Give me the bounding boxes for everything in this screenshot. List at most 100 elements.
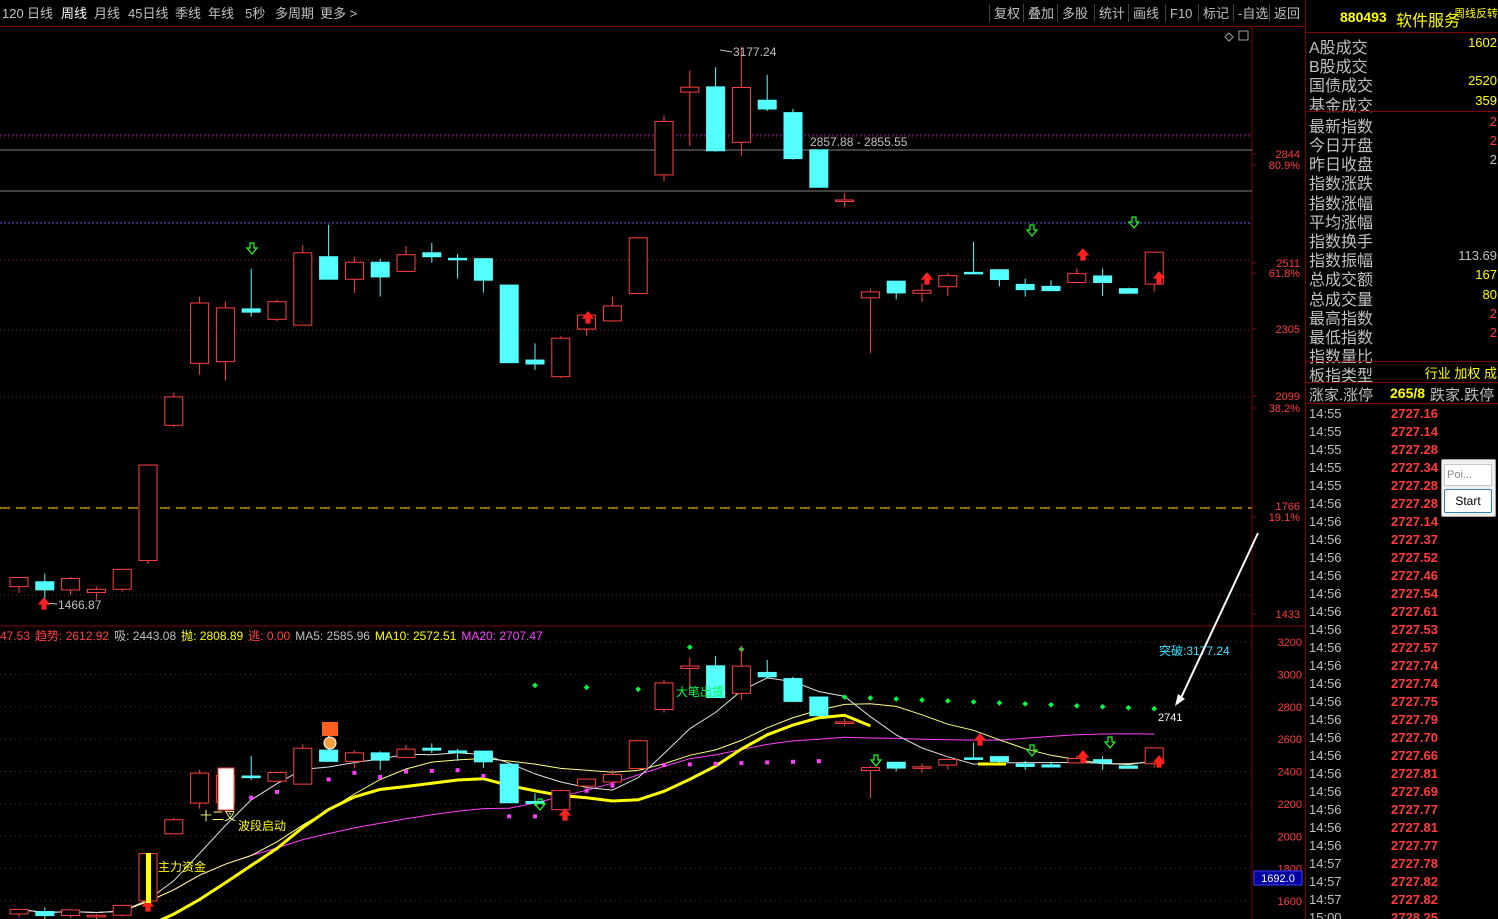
ma20-line (18, 733, 1155, 914)
signal-dot-magenta (610, 783, 615, 788)
toolbar-separator (1165, 4, 1166, 22)
candle-body (396, 254, 416, 272)
indicator-candle-body (344, 752, 364, 762)
indicator-candle-body (628, 740, 648, 769)
indicator-candle-body (1118, 765, 1138, 769)
tool-button-6[interactable]: 标记 (1203, 0, 1229, 26)
indicator-candle-body (809, 696, 829, 717)
price-axis-label: 2305 (1276, 324, 1300, 336)
tick-price: 2727.34 (1391, 460, 1438, 475)
quote-value: 113.69 (1458, 248, 1497, 264)
tool-button-2[interactable]: 多股 (1062, 0, 1088, 26)
tick-price: 2727.14 (1391, 424, 1438, 439)
diamond-icon (1224, 32, 1234, 42)
candle-body (912, 289, 932, 294)
toolbar-separator (1023, 4, 1024, 22)
indicator-candle-body (886, 761, 906, 769)
period-tab-2[interactable]: 周线 (61, 0, 87, 26)
signal-dot-magenta (429, 768, 434, 773)
period-tab-5[interactable]: 季线 (175, 0, 201, 26)
indicator-candle-body (370, 752, 390, 761)
tick-time: 14:56 (1309, 658, 1342, 673)
tick-time: 14:55 (1309, 460, 1342, 475)
price-axis-label: 38.2% (1269, 403, 1300, 415)
candle-body (61, 577, 81, 591)
price-axis-label: 19.1% (1269, 512, 1300, 524)
signal-dot-magenta (816, 759, 821, 764)
green-down-arrow (245, 242, 259, 255)
tick-row: 14:56 2727.54 (1306, 584, 1498, 602)
kline-chart[interactable]: 3177.24 1466.87 2857.88 - 2855.55 突破:3177.2… (0, 26, 1305, 919)
legend-item-0: 47.53 (0, 629, 31, 643)
indicator-candle-body (473, 750, 493, 763)
indicator-axis-label: 3200 (1278, 637, 1302, 649)
high-label: 3177.24 (733, 45, 777, 59)
candle-body (370, 261, 390, 278)
period-tab-9[interactable]: 更多 > (320, 0, 357, 26)
medal-icon (323, 736, 337, 750)
quote-row: 指数涨幅 (1306, 190, 1498, 213)
indicator-candle-body (448, 750, 468, 753)
quote-value: 2 (1489, 152, 1497, 168)
candle-body (267, 301, 287, 320)
period-tab-7[interactable]: 5秒 (245, 0, 265, 26)
signal-dot-magenta (507, 814, 512, 819)
quote-value: 167 (1475, 267, 1497, 283)
indicator-axis-label: 2400 (1278, 767, 1302, 779)
tick-price: 2727.78 (1391, 856, 1438, 871)
period-tab-8[interactable]: 多周期 (275, 0, 314, 26)
tick-price: 2727.70 (1391, 730, 1438, 745)
tick-row: 14:56 2727.74 (1306, 674, 1498, 692)
price-axis-label: 80.9% (1269, 160, 1300, 172)
widget-input[interactable]: Poi... (1444, 464, 1492, 486)
signal-dot-green (635, 686, 642, 693)
quote-row: 指数振幅 113.69 (1306, 247, 1498, 270)
tick-price: 2727.61 (1391, 604, 1438, 619)
tick-price: 2727.79 (1391, 712, 1438, 727)
candle-body (525, 359, 545, 365)
tool-button-3[interactable]: 统计 (1099, 0, 1125, 26)
signal-dot-green (686, 644, 693, 651)
quote-value: 2 (1489, 113, 1497, 129)
indicator-axis-label: 1600 (1278, 896, 1302, 908)
period-tab-4[interactable]: 45日线 (128, 0, 168, 26)
period-toolbar: 120 日线 周线 月线 45日线 季线 年线 5秒 多周期 更多 > 复权 叠加 多股 统计 画线 F10… (0, 0, 1305, 27)
period-tab-1[interactable]: 日线 (27, 0, 53, 26)
legend-item-6: MA10: 2572.51 (374, 629, 457, 643)
indicator-candle-body (241, 775, 261, 779)
candle-body (731, 87, 751, 143)
tool-button-4[interactable]: 画线 (1133, 0, 1159, 26)
tick-row: 14:57 2727.82 (1306, 872, 1498, 890)
tick-time: 14:57 (1309, 856, 1342, 871)
indicator-candle-body (293, 747, 313, 785)
period-tab-3[interactable]: 月线 (94, 0, 120, 26)
tick-time: 14:56 (1309, 802, 1342, 817)
tool-button-7[interactable]: -自选 (1238, 0, 1268, 26)
index-subtitle: 周线反转 (1454, 8, 1498, 20)
start-button[interactable]: Start (1444, 489, 1492, 513)
tool-button-5[interactable]: F10 (1170, 0, 1192, 26)
tick-time: 14:56 (1309, 514, 1342, 529)
quote-value: 80 (1482, 286, 1497, 302)
green-down-arrow (869, 754, 883, 767)
candle-body (938, 275, 958, 288)
tool-button-0[interactable]: 复权 (994, 0, 1020, 26)
indicator-candle-body (602, 774, 622, 783)
candle-body (293, 252, 313, 326)
tick-time: 14:56 (1309, 766, 1342, 781)
signal-dot-green (583, 684, 590, 691)
indicator-candle-body (860, 767, 880, 772)
tool-button-1[interactable]: 叠加 (1028, 0, 1054, 26)
last-value-label: 2741 (1158, 712, 1182, 724)
period-tab-6[interactable]: 年线 (208, 0, 234, 26)
tool-button-8[interactable]: 返回 (1274, 0, 1300, 26)
tick-time: 14:57 (1309, 874, 1342, 889)
medal-ribbon-icon (322, 722, 338, 736)
candle-body (112, 568, 132, 590)
legend-item-2: 吸: 2443.08 (114, 629, 177, 643)
panel-title: 880493 软件服务 周线反转 (1306, 0, 1498, 33)
tick-time: 14:56 (1309, 550, 1342, 565)
tick-time: 14:55 (1309, 406, 1342, 421)
tick-row: 14:56 2727.57 (1306, 638, 1498, 656)
period-tab-0[interactable]: 120 (2, 0, 24, 26)
